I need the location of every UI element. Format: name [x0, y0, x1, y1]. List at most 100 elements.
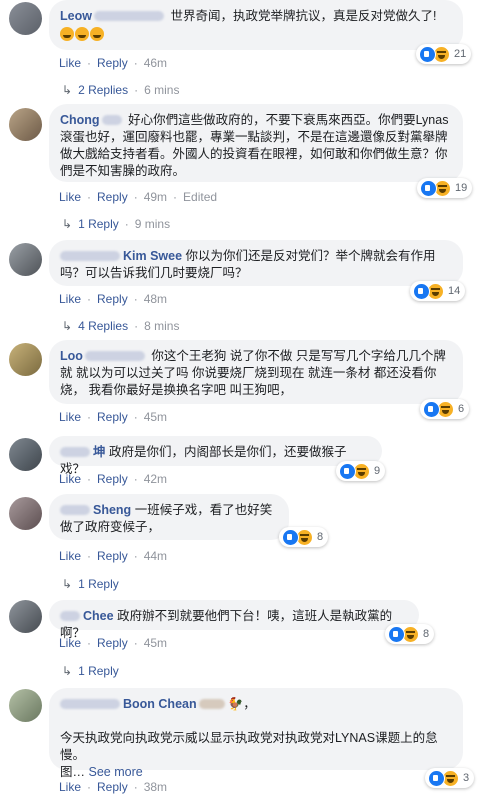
reply-link[interactable]: Reply	[97, 636, 128, 650]
reaction-count: 9	[374, 465, 381, 477]
like-link[interactable]: Like	[59, 472, 81, 486]
reaction-summary[interactable]: 3	[425, 768, 475, 788]
avatar[interactable]	[9, 243, 42, 276]
like-link[interactable]: Like	[59, 56, 81, 70]
reaction-summary[interactable]: 8	[385, 624, 435, 644]
comment-actions: Like · Reply · 45m	[59, 410, 168, 424]
comment-bubble: Leow 世界奇闻，执政党举牌抗议，真是反对党做久了!	[49, 0, 463, 50]
comment-actions: Like · Reply · 49m · Edited	[59, 190, 218, 204]
comment-bubble: Kim Swee 你以为你们还是反对党们？举个牌就会有作用吗？可以告诉我们几时要…	[49, 240, 463, 286]
commenter-name[interactable]: Sheng	[93, 503, 131, 517]
reply-arrow-icon: ↳	[62, 83, 73, 97]
comment-actions: Like · Reply · 48m	[59, 292, 168, 306]
like-reaction-icon	[428, 769, 445, 787]
reply-arrow-icon: ↳	[62, 217, 73, 231]
like-link[interactable]: Like	[59, 292, 81, 306]
comment-actions: Like · Reply · 45m	[59, 636, 168, 650]
timestamp[interactable]: 44m	[144, 549, 167, 563]
view-replies-link[interactable]: ↳ 4 Replies · 8 mins	[62, 319, 179, 333]
reply-link[interactable]: Reply	[97, 549, 128, 563]
timestamp[interactable]: 45m	[144, 410, 167, 424]
like-link[interactable]: Like	[59, 780, 81, 794]
edited-label[interactable]: Edited	[183, 190, 217, 204]
like-reaction-icon	[388, 625, 405, 643]
like-reaction-icon	[419, 45, 436, 63]
reaction-count: 6	[458, 403, 465, 415]
commenter-name[interactable]: Kim Swee	[123, 249, 182, 263]
reply-link[interactable]: Reply	[97, 472, 128, 486]
avatar[interactable]	[9, 497, 42, 530]
reply-link[interactable]: Reply	[97, 410, 128, 424]
reaction-count: 8	[423, 628, 430, 640]
like-link[interactable]: Like	[59, 190, 81, 204]
comment-bubble: 坤 政府是你们，内阁部长是你们，还要做猴子戏？	[49, 436, 382, 476]
commenter-name[interactable]: Chee	[83, 609, 114, 623]
commenter-name[interactable]: Leow	[60, 9, 92, 23]
avatar[interactable]	[9, 689, 42, 722]
reply-arrow-icon: ↳	[62, 664, 73, 678]
reply-link[interactable]: Reply	[97, 780, 128, 794]
reaction-count: 21	[454, 48, 467, 60]
reply-link[interactable]: Reply	[97, 56, 128, 70]
commenter-name[interactable]: Boon Chean	[123, 697, 197, 711]
avatar[interactable]	[9, 438, 42, 471]
comment-text: 今天执政党向执政党示威以显示执政党对执政党对LYNAS课题上的怠慢。	[60, 731, 438, 762]
avatar[interactable]	[9, 108, 42, 141]
timestamp[interactable]: 42m	[144, 472, 167, 486]
rooster-emoji-icon: 🐓	[227, 697, 244, 711]
comment-bubble: Boon Chean 🐓， 今天执政党向执政党示威以显示执政党对执政党对LYNAS…	[49, 688, 463, 779]
comment-bubble: Loo 你这个王老狗 说了你不做 只是写写几个字给几几个牌就 就以为可以过关了吗…	[49, 340, 463, 404]
comment-text: 世界奇闻，执政党举牌抗议，真是反对党做久了!	[170, 9, 437, 23]
like-reaction-icon	[282, 528, 299, 546]
view-replies-link[interactable]: ↳ 1 Reply	[62, 664, 119, 678]
like-link[interactable]: Like	[59, 636, 81, 650]
reply-arrow-icon: ↳	[62, 319, 73, 333]
reaction-summary[interactable]: 6	[420, 399, 470, 419]
comment-text-truncated: 图…	[60, 765, 86, 779]
comment-actions: Like · Reply · 44m	[59, 549, 168, 563]
reaction-summary[interactable]: 19	[417, 178, 473, 198]
avatar[interactable]	[9, 343, 42, 376]
comment-bubble: Chee 政府辦不到就要他們下台！咦，這班人是執政黨的啊？	[49, 600, 419, 640]
timestamp[interactable]: 46m	[144, 56, 167, 70]
view-replies-link[interactable]: ↳ 2 Replies · 6 mins	[62, 83, 179, 97]
reaction-count: 19	[455, 182, 468, 194]
view-replies-link[interactable]: ↳ 1 Reply	[62, 577, 119, 591]
comment-actions: Like · Reply · 42m	[59, 472, 168, 486]
timestamp[interactable]: 38m	[144, 780, 167, 794]
reply-link[interactable]: Reply	[97, 190, 128, 204]
comment-bubble: Sheng 一班候子戏，看了也好笑做了政府变候子，	[49, 494, 289, 540]
reply-link[interactable]: Reply	[97, 292, 128, 306]
like-reaction-icon	[413, 282, 430, 300]
timestamp[interactable]: 49m	[144, 190, 167, 204]
reaction-summary[interactable]: 21	[416, 44, 472, 64]
commenter-name[interactable]: Loo	[60, 349, 83, 363]
like-link[interactable]: Like	[59, 410, 81, 424]
like-reaction-icon	[420, 179, 437, 197]
view-replies-link[interactable]: ↳ 1 Reply · 9 mins	[62, 217, 170, 231]
reaction-summary[interactable]: 9	[336, 461, 386, 481]
laughing-emoji-icon	[75, 26, 89, 41]
comment-text: 一班候子戏，看了也好笑做了政府变候子，	[60, 503, 273, 534]
see-more-link[interactable]: See more	[89, 765, 143, 779]
commenter-name[interactable]: 坤	[93, 445, 106, 459]
reaction-count: 14	[448, 285, 461, 297]
reply-arrow-icon: ↳	[62, 577, 73, 591]
timestamp[interactable]: 45m	[144, 636, 167, 650]
avatar[interactable]	[9, 2, 42, 35]
comment-actions: Like · Reply · 46m	[59, 56, 168, 70]
like-reaction-icon	[423, 400, 440, 418]
laughing-emoji-icon	[90, 26, 104, 41]
comment-bubble: Chong 好心你們這些做政府的，不要下衰馬來西亞。你們要Lynas滾蛋也好，運…	[49, 104, 463, 182]
reaction-count: 8	[317, 531, 324, 543]
avatar[interactable]	[9, 600, 42, 633]
reaction-summary[interactable]: 8	[279, 527, 329, 547]
like-reaction-icon	[339, 462, 356, 480]
timestamp[interactable]: 48m	[144, 292, 167, 306]
reaction-count: 3	[463, 772, 470, 784]
like-link[interactable]: Like	[59, 549, 81, 563]
comment-actions: Like · Reply · 38m	[59, 780, 168, 794]
laughing-emoji-icon	[60, 26, 74, 41]
commenter-name[interactable]: Chong	[60, 113, 100, 127]
reaction-summary[interactable]: 14	[410, 281, 466, 301]
